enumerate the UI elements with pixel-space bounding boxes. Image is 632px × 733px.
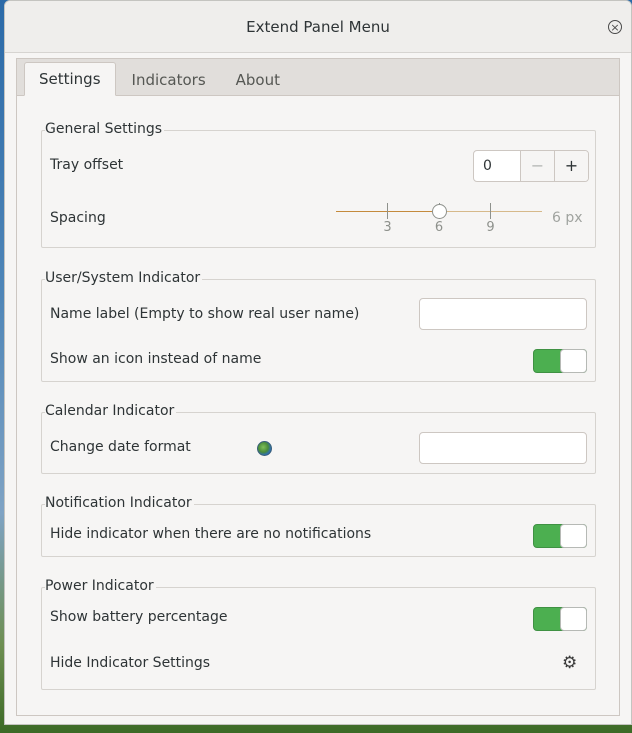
- battery-percentage-switch[interactable]: [533, 607, 587, 631]
- show-icon-label: Show an icon instead of name: [50, 351, 262, 367]
- spacing-label: Spacing: [50, 210, 106, 226]
- power-title: Power Indicator: [45, 578, 156, 594]
- gear-icon[interactable]: ⚙: [562, 655, 577, 672]
- power-frame: [41, 587, 596, 690]
- show-icon-switch[interactable]: [533, 349, 587, 373]
- battery-percentage-label: Show battery percentage: [50, 609, 228, 625]
- hide-notifications-switch[interactable]: [533, 524, 587, 548]
- hide-notifications-label: Hide indicator when there are no notific…: [50, 526, 372, 542]
- name-label-text: Name label (Empty to show real user name…: [50, 306, 360, 322]
- notification-title: Notification Indicator: [45, 495, 194, 511]
- calendar-title: Calendar Indicator: [45, 403, 177, 419]
- switch-knob: [560, 349, 587, 373]
- slider-tick: [490, 203, 491, 219]
- titlebar: Extend Panel Menu ×: [5, 1, 631, 53]
- date-format-input[interactable]: [419, 432, 587, 464]
- spacing-slider[interactable]: 3 6 9: [336, 203, 542, 243]
- slider-tick-label: 6: [434, 220, 444, 235]
- user-system-title: User/System Indicator: [45, 270, 203, 286]
- slider-tick: [387, 203, 388, 219]
- date-format-label: Change date format: [50, 439, 191, 455]
- tab-settings[interactable]: Settings: [24, 62, 116, 96]
- switch-knob: [560, 607, 587, 631]
- slider-tick-label: 3: [383, 220, 392, 235]
- hide-indicator-settings-label: Hide Indicator Settings: [50, 655, 211, 671]
- window-title: Extend Panel Menu: [246, 17, 390, 36]
- tray-offset-spinbutton: 0 − +: [473, 150, 589, 182]
- general-settings-title: General Settings: [45, 121, 165, 137]
- name-label-input[interactable]: [419, 298, 587, 330]
- tab-indicators[interactable]: Indicators: [118, 65, 220, 95]
- tray-offset-label: Tray offset: [50, 157, 124, 173]
- decrement-button[interactable]: −: [520, 151, 554, 181]
- slider-tick-label: 9: [486, 220, 495, 235]
- tab-about[interactable]: About: [222, 65, 294, 95]
- spacing-value: 6 px: [552, 210, 583, 226]
- switch-knob: [560, 524, 587, 548]
- settings-window: Extend Panel Menu × Settings Indicators …: [4, 0, 632, 725]
- slider-handle[interactable]: [431, 204, 447, 219]
- tab-bar: Settings Indicators About: [17, 59, 619, 96]
- settings-notebook: Settings Indicators About General Settin…: [16, 58, 620, 716]
- globe-icon: [257, 441, 272, 456]
- close-icon[interactable]: ×: [608, 20, 622, 34]
- tray-offset-input[interactable]: 0: [474, 151, 520, 181]
- increment-button[interactable]: +: [554, 151, 588, 181]
